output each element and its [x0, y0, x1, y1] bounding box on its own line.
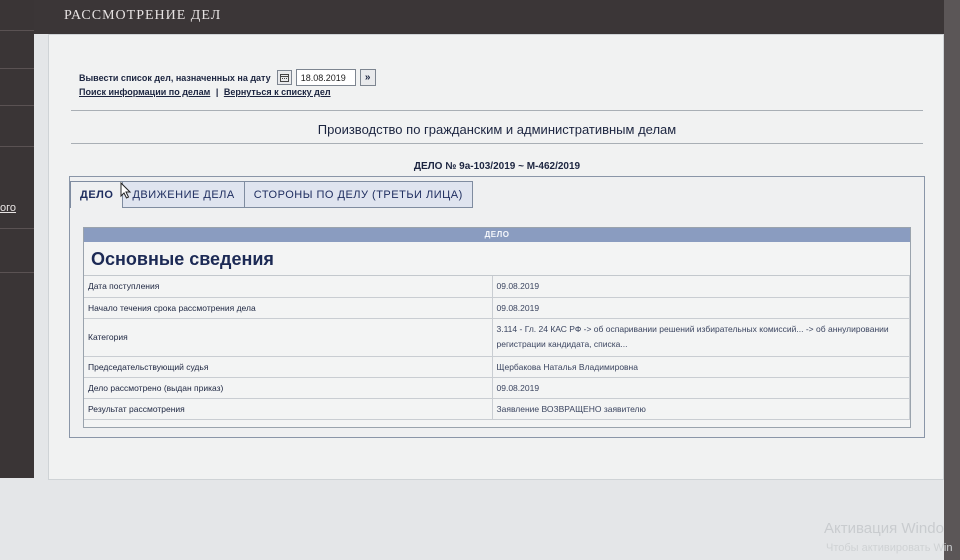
divider: [71, 110, 923, 111]
back-to-list-link[interactable]: Вернуться к списку дел: [224, 87, 331, 97]
row-label: Результат рассмотрения: [84, 398, 493, 420]
case-details: ДЕЛО Основные сведения Дата поступления …: [83, 227, 911, 428]
row-label: Председательствующий судья: [84, 356, 493, 378]
sidebar-divider: [0, 146, 34, 147]
double-chevron-right-icon[interactable]: »: [359, 69, 376, 86]
right-edge: [944, 0, 960, 560]
mouse-cursor-icon: [120, 181, 132, 203]
date-input[interactable]: [295, 69, 356, 86]
table-row: Дело рассмотрено (выдан приказ) 09.08.20…: [84, 377, 910, 399]
sidebar-divider: [0, 105, 34, 106]
link-separator: |: [215, 87, 219, 97]
page-title: РАССМОТРЕНИЕ ДЕЛ: [64, 8, 222, 23]
row-value: 09.08.2019: [492, 297, 910, 319]
row-label: Категория: [84, 318, 493, 357]
sidebar-divider: [0, 272, 34, 273]
search-cases-link[interactable]: Поиск информации по делам: [79, 87, 210, 97]
sidebar-link-fragment[interactable]: ого: [0, 202, 16, 214]
row-value: 09.08.2019: [492, 276, 910, 298]
sidebar-divider: [0, 228, 34, 229]
row-label: Дело рассмотрено (выдан приказ): [84, 377, 493, 399]
case-info-table: Дата поступления 09.08.2019 Начало течен…: [84, 276, 910, 420]
date-filter-label: Вывести список дел, назначенных на дату: [79, 72, 271, 83]
activation-watermark-sub: Чтобы активировать Win: [826, 542, 953, 554]
sidebar-divider: [0, 68, 34, 69]
sidebar-divider: [0, 30, 34, 31]
top-header: РАССМОТРЕНИЕ ДЕЛ: [34, 0, 960, 34]
row-label: Начало течения срока рассмотрения дела: [84, 297, 493, 319]
row-value: Щербакова Наталья Владимировна: [492, 356, 910, 378]
date-filter: Вывести список дел, назначенных на дату …: [79, 69, 376, 86]
divider: [71, 143, 923, 144]
nav-links: Поиск информации по делам | Вернуться к …: [79, 87, 331, 97]
main-panel: Вывести список дел, назначенных на дату …: [48, 34, 944, 480]
case-number: ДЕЛО № 9а-103/2019 ~ М-462/2019: [413, 161, 581, 172]
row-label: Дата поступления: [84, 276, 493, 298]
tab-case[interactable]: ДЕЛО: [70, 181, 124, 208]
table-row: Дата поступления 09.08.2019: [84, 276, 910, 298]
table-row: Председательствующий судья Щербакова Нат…: [84, 356, 910, 378]
tab-case-movement[interactable]: ДВИЖЕНИЕ ДЕЛА: [123, 181, 245, 208]
case-table-header: ДЕЛО: [84, 228, 910, 242]
row-value: 09.08.2019: [492, 377, 910, 399]
calendar-icon[interactable]: [276, 70, 292, 85]
table-row: Категория 3.114 - Гл. 24 КАС РФ -> об ос…: [84, 318, 910, 357]
section-title: Производство по гражданским и администра…: [317, 122, 677, 137]
tab-parties[interactable]: СТОРОНЫ ПО ДЕЛУ (ТРЕТЬИ ЛИЦА): [244, 181, 473, 208]
row-value: 3.114 - Гл. 24 КАС РФ -> об оспаривании …: [492, 318, 910, 357]
table-row: Результат рассмотрения Заявление ВОЗВРАЩ…: [84, 398, 910, 420]
main-info-heading: Основные сведения: [84, 242, 910, 276]
tab-frame: ДЕЛО ДВИЖЕНИЕ ДЕЛА СТОРОНЫ ПО ДЕЛУ (ТРЕТ…: [69, 176, 925, 438]
row-value: Заявление ВОЗВРАЩЕНО заявителю: [492, 398, 910, 420]
activation-watermark: Активация Windo: [824, 520, 944, 537]
left-sidebar: ого: [0, 0, 34, 478]
calendar-icon-glyph: [279, 74, 289, 82]
table-row: Начало течения срока рассмотрения дела 0…: [84, 297, 910, 319]
